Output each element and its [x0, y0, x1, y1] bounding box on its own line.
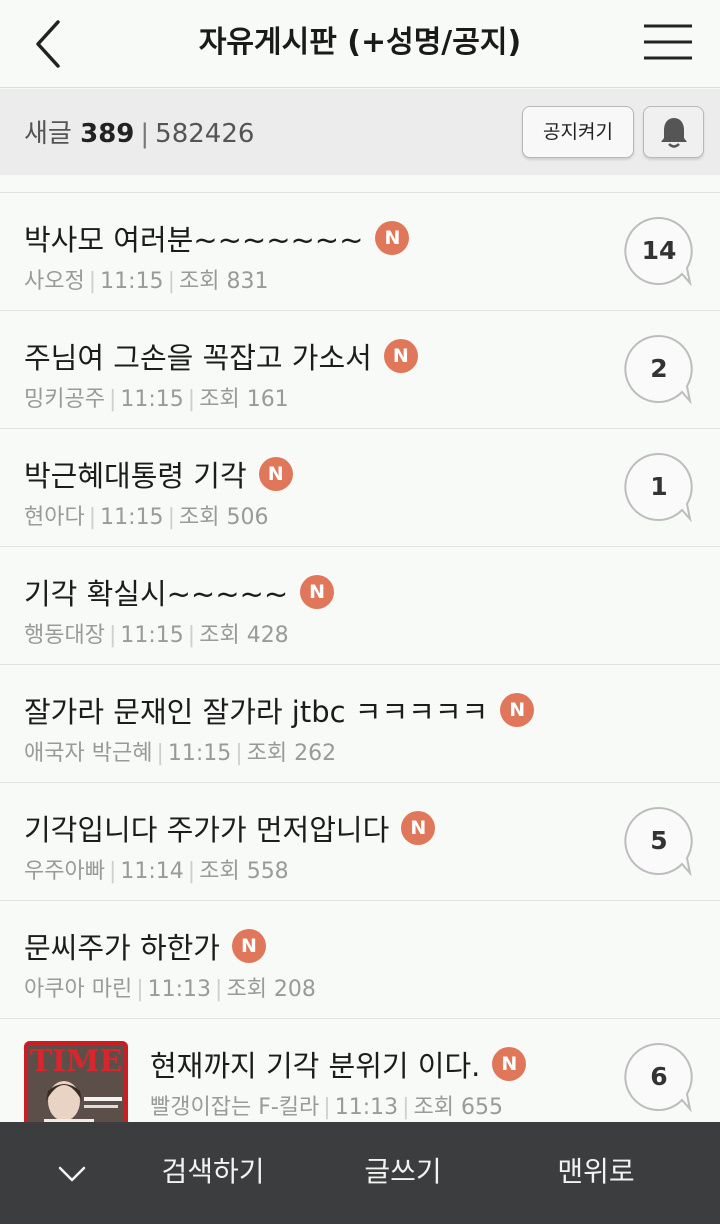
post-title: 박근혜대통령 기각 N — [24, 453, 293, 495]
comment-count: 6 — [650, 1062, 668, 1091]
post-author: 우주아빠 — [24, 859, 105, 884]
post-meta: 현아다 | 11:15 | 조회 506 — [24, 505, 269, 530]
thumbnail-text: TIME — [30, 1044, 122, 1079]
comment-count-bubble: 14 — [624, 216, 694, 286]
post-time: 11:15 — [167, 741, 232, 766]
post-row[interactable]: TIME 현재까지 기각 분위기 이다. N 빨갱이잡는 F-킬라 | 11:13 |… — [0, 1019, 720, 1137]
board-info-bar: 새글 389 | 582426 공지켜기 — [0, 89, 720, 175]
post-title-text: 현재까지 기각 분위기 이다. — [150, 1049, 481, 1083]
post-row[interactable]: 기각 확실시~~~~~ N 행동대장 | 11:15 | 조회 428 — [0, 547, 720, 665]
new-posts-label: 새글 — [24, 119, 72, 149]
post-title-text: 문씨주가 하한가 — [24, 931, 220, 965]
comment-count: 5 — [650, 826, 668, 855]
chevron-left-icon — [36, 20, 60, 68]
post-title: 박사모 여러분~~~~~~~ N — [24, 217, 410, 259]
comment-count: 2 — [650, 354, 668, 383]
post-author: 밍키공주 — [24, 387, 105, 412]
post-time: 11:15 — [100, 269, 164, 294]
post-title: 문씨주가 하한가 N — [24, 925, 266, 967]
post-author: 빨갱이잡는 F-킬라 — [150, 1095, 320, 1120]
post-title: 현재까지 기각 분위기 이다. N — [150, 1043, 527, 1085]
post-time: 11:13 — [334, 1095, 399, 1120]
post-meta: 행동대장 | 11:15 | 조회 428 — [24, 623, 289, 648]
page-title: 자유게시판 (+성명/공지) — [198, 25, 522, 60]
post-author: 아쿠아 마린 — [24, 977, 133, 1002]
post-title-text: 박근혜대통령 기각 — [24, 459, 247, 493]
post-author: 현아다 — [24, 505, 85, 530]
new-badge: N — [300, 575, 335, 609]
bell-icon — [661, 118, 687, 148]
post-time: 11:15 — [120, 623, 184, 648]
chevron-down-icon — [58, 1166, 86, 1182]
post-author: 애국자 박근혜 — [24, 741, 153, 766]
post-meta: 빨갱이잡는 F-킬라 | 11:13 | 조회 655 — [150, 1095, 503, 1120]
post-row[interactable]: 잘가라 문재인 잘가라 jtbc ㅋㅋㅋㅋㅋ N 애국자 박근혜 | 11:15 | 조… — [0, 665, 720, 783]
post-views: 조회 655 — [413, 1095, 503, 1120]
post-views: 조회 558 — [199, 859, 289, 884]
post-title: 잘가라 문재인 잘가라 jtbc ㅋㅋㅋㅋㅋ N — [24, 689, 535, 731]
post-row[interactable]: 주님여 그손을 꼭잡고 가소서 N 밍키공주 | 11:15 | 조회 161 2 — [0, 311, 720, 429]
new-badge: N — [500, 693, 535, 727]
post-title-text: 잘가라 문재인 잘가라 jtbc ㅋㅋㅋㅋㅋ — [24, 695, 489, 729]
post-author: 사오정 — [24, 269, 85, 294]
post-views: 조회 161 — [199, 387, 289, 412]
hamburger-menu-icon — [644, 24, 692, 60]
post-title: 기각입니다 주가가 먼저압니다 N — [24, 807, 436, 849]
post-row[interactable]: 박사모 여러분~~~~~~~ N 사오정 | 11:15 | 조회 831 14 — [0, 193, 720, 311]
post-title-text: 기각 확실시~~~~~ — [24, 577, 289, 611]
post-views: 조회 428 — [199, 623, 289, 648]
write-button[interactable]: 글쓰기 — [346, 1122, 460, 1224]
post-views: 조회 208 — [226, 977, 316, 1002]
new-badge: N — [231, 929, 266, 963]
total-posts-count: 582426 — [155, 119, 255, 149]
notification-button[interactable] — [643, 106, 704, 158]
new-badge: N — [401, 811, 436, 845]
comment-count: 1 — [650, 472, 668, 501]
comment-count: 14 — [641, 236, 677, 265]
new-badge: N — [258, 457, 293, 491]
post-meta: 사오정 | 11:15 | 조회 831 — [24, 269, 269, 294]
count-separator: | — [140, 119, 150, 149]
scroll-top-button[interactable]: 맨위로 — [538, 1122, 654, 1224]
post-time: 11:14 — [120, 859, 184, 884]
post-meta: 아쿠아 마린 | 11:13 | 조회 208 — [24, 977, 316, 1002]
post-title-text: 기각입니다 주가가 먼저압니다 — [24, 813, 390, 847]
notice-toggle-button[interactable]: 공지켜기 — [522, 106, 634, 158]
post-list: 박사모 여러분~~~~~~~ N 사오정 | 11:15 | 조회 831 14 주님여… — [0, 193, 720, 1137]
comment-count-bubble: 6 — [624, 1042, 694, 1112]
post-title: 주님여 그손을 꼭잡고 가소서 N — [24, 335, 418, 377]
post-meta: 애국자 박근혜 | 11:15 | 조회 262 — [24, 741, 337, 766]
post-time: 11:15 — [100, 505, 164, 530]
post-views: 조회 262 — [246, 741, 337, 766]
new-badge: N — [375, 221, 410, 255]
top-app-bar: 자유게시판 (+성명/공지) — [0, 0, 720, 88]
post-views: 조회 506 — [178, 505, 269, 530]
post-row[interactable]: 기각입니다 주가가 먼저압니다 N 우주아빠 | 11:14 | 조회 558 5 — [0, 783, 720, 901]
post-title-text: 박사모 여러분~~~~~~~ — [24, 223, 364, 257]
comment-count-bubble: 1 — [624, 452, 694, 522]
post-time: 11:13 — [147, 977, 212, 1002]
new-badge: N — [492, 1047, 527, 1081]
post-count: 새글 389 | 582426 — [24, 89, 254, 179]
post-meta: 밍키공주 | 11:15 | 조회 161 — [24, 387, 289, 412]
post-row[interactable]: 문씨주가 하한가 N 아쿠아 마린 | 11:13 | 조회 208 — [0, 901, 720, 1019]
post-title-text: 주님여 그손을 꼭잡고 가소서 — [24, 341, 372, 375]
post-author: 행동대장 — [24, 623, 105, 648]
search-button[interactable]: 검색하기 — [140, 1122, 286, 1224]
back-button[interactable] — [22, 14, 82, 74]
post-meta: 우주아빠 | 11:14 | 조회 558 — [24, 859, 289, 884]
post-row[interactable]: 박근혜대통령 기각 N 현아다 | 11:15 | 조회 506 1 — [0, 429, 720, 547]
post-time: 11:15 — [120, 387, 184, 412]
new-badge: N — [383, 339, 418, 373]
comment-count-bubble: 5 — [624, 806, 694, 876]
new-posts-count: 389 — [80, 119, 135, 149]
post-views: 조회 831 — [178, 269, 269, 294]
bottom-toolbar: 검색하기 글쓰기 맨위로 — [0, 1122, 720, 1224]
post-title: 기각 확실시~~~~~ N — [24, 571, 335, 613]
collapse-button[interactable] — [50, 1152, 94, 1196]
comment-count-bubble: 2 — [624, 334, 694, 404]
list-spacer — [0, 175, 720, 193]
menu-button[interactable] — [638, 14, 698, 74]
